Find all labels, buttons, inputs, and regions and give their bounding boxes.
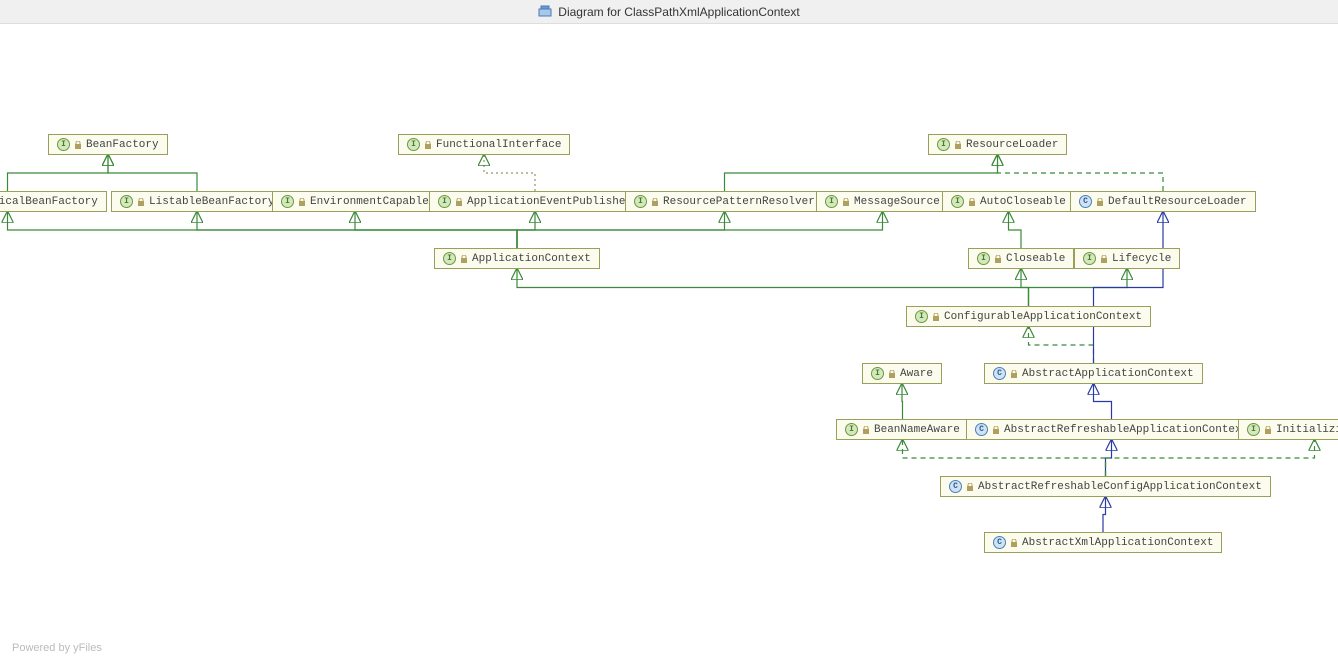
title-text: Diagram for ClassPathXmlApplicationConte… bbox=[558, 5, 799, 19]
lock-icon bbox=[888, 370, 896, 378]
lock-icon bbox=[651, 198, 659, 206]
node-label: BeanFactory bbox=[86, 139, 159, 151]
node-label: ApplicationContext bbox=[472, 253, 591, 265]
node-AbstractRefreshableApplicationContext[interactable]: C AbstractRefreshableApplicationContext bbox=[966, 419, 1257, 440]
node-label: BeanNameAware bbox=[874, 424, 960, 436]
node-AbstractApplicationContext[interactable]: C AbstractApplicationContext bbox=[984, 363, 1203, 384]
lock-icon bbox=[842, 198, 850, 206]
lock-icon bbox=[1100, 255, 1108, 263]
node-ResourceLoader[interactable]: I ResourceLoader bbox=[928, 134, 1067, 155]
interface-icon: I bbox=[845, 423, 858, 436]
node-label: FunctionalInterface bbox=[436, 139, 561, 151]
lock-icon bbox=[1264, 426, 1272, 434]
lock-icon bbox=[966, 483, 974, 491]
node-FunctionalInterface[interactable]: I FunctionalInterface bbox=[398, 134, 570, 155]
node-ApplicationEventPublisher[interactable]: I ApplicationEventPublisher bbox=[429, 191, 641, 212]
node-label: DefaultResourceLoader bbox=[1108, 196, 1247, 208]
diagram-icon bbox=[538, 5, 552, 19]
interface-icon: I bbox=[951, 195, 964, 208]
node-label: AbstractRefreshableApplicationContext bbox=[1004, 424, 1248, 436]
node-label: ApplicationEventPublisher bbox=[467, 196, 632, 208]
node-label: AutoCloseable bbox=[980, 196, 1066, 208]
interface-icon: I bbox=[871, 367, 884, 380]
node-label: MessageSource bbox=[854, 196, 940, 208]
node-Closeable[interactable]: I Closeable bbox=[968, 248, 1074, 269]
interface-icon: I bbox=[407, 138, 420, 151]
node-AbstractRefreshableConfigApplicationContext[interactable]: C AbstractRefreshableConfigApplicationCon… bbox=[940, 476, 1271, 497]
lock-icon bbox=[424, 141, 432, 149]
lock-icon bbox=[862, 426, 870, 434]
class-icon: C bbox=[975, 423, 988, 436]
node-ConfigurableApplicationContext[interactable]: I ConfigurableApplicationContext bbox=[906, 306, 1151, 327]
interface-icon: I bbox=[281, 195, 294, 208]
interface-icon: I bbox=[443, 252, 456, 265]
lock-icon bbox=[298, 198, 306, 206]
node-label: AbstractXmlApplicationContext bbox=[1022, 537, 1213, 549]
node-label: AbstractRefreshableConfigApplicationCont… bbox=[978, 481, 1262, 493]
class-icon: C bbox=[1079, 195, 1092, 208]
interface-icon: I bbox=[1083, 252, 1096, 265]
interface-icon: I bbox=[937, 138, 950, 151]
node-AbstractXmlApplicationContext[interactable]: C AbstractXmlApplicationContext bbox=[984, 532, 1222, 553]
lock-icon bbox=[1010, 370, 1018, 378]
node-Lifecycle[interactable]: I Lifecycle bbox=[1074, 248, 1180, 269]
lock-icon bbox=[137, 198, 145, 206]
interface-icon: I bbox=[825, 195, 838, 208]
lock-icon bbox=[1010, 539, 1018, 547]
lock-icon bbox=[74, 141, 82, 149]
interface-icon: I bbox=[915, 310, 928, 323]
node-DefaultResourceLoader[interactable]: C DefaultResourceLoader bbox=[1070, 191, 1256, 212]
lock-icon bbox=[1096, 198, 1104, 206]
interface-icon: I bbox=[438, 195, 451, 208]
node-AutoCloseable[interactable]: I AutoCloseable bbox=[942, 191, 1075, 212]
node-label: AbstractApplicationContext bbox=[1022, 368, 1194, 380]
node-label: HierarchicalBeanFactory bbox=[0, 196, 98, 208]
node-ListableBeanFactory[interactable]: I ListableBeanFactory bbox=[111, 191, 283, 212]
class-icon: C bbox=[993, 367, 1006, 380]
node-label: Closeable bbox=[1006, 253, 1065, 265]
node-InitializingBean[interactable]: I InitializingBean bbox=[1238, 419, 1338, 440]
interface-icon: I bbox=[634, 195, 647, 208]
lock-icon bbox=[968, 198, 976, 206]
node-EnvironmentCapable[interactable]: I EnvironmentCapable bbox=[272, 191, 438, 212]
interface-icon: I bbox=[57, 138, 70, 151]
class-icon: C bbox=[993, 536, 1006, 549]
lock-icon bbox=[932, 313, 940, 321]
lock-icon bbox=[455, 198, 463, 206]
diagram-canvas[interactable]: I BeanFactory I FunctionalInterface I Resourc… bbox=[0, 24, 1338, 662]
node-label: EnvironmentCapable bbox=[310, 196, 429, 208]
node-ResourcePatternResolver[interactable]: I ResourcePatternResolver bbox=[625, 191, 824, 212]
footer-text: Powered by yFiles bbox=[12, 642, 102, 654]
lock-icon bbox=[954, 141, 962, 149]
interface-icon: I bbox=[120, 195, 133, 208]
node-label: Aware bbox=[900, 368, 933, 380]
class-icon: C bbox=[949, 480, 962, 493]
node-label: InitializingBean bbox=[1276, 424, 1338, 436]
lock-icon bbox=[460, 255, 468, 263]
node-label: ResourcePatternResolver bbox=[663, 196, 815, 208]
node-label: ResourceLoader bbox=[966, 139, 1058, 151]
lock-icon bbox=[992, 426, 1000, 434]
node-label: ConfigurableApplicationContext bbox=[944, 311, 1142, 323]
node-ApplicationContext[interactable]: I ApplicationContext bbox=[434, 248, 600, 269]
edges-layer bbox=[0, 24, 1338, 662]
titlebar: Diagram for ClassPathXmlApplicationConte… bbox=[0, 0, 1338, 24]
node-Aware[interactable]: I Aware bbox=[862, 363, 942, 384]
node-label: Lifecycle bbox=[1112, 253, 1171, 265]
node-label: ListableBeanFactory bbox=[149, 196, 274, 208]
lock-icon bbox=[994, 255, 1002, 263]
node-HierarchicalBeanFactory[interactable]: IHierarchicalBeanFactory bbox=[0, 191, 107, 212]
interface-icon: I bbox=[1247, 423, 1260, 436]
node-MessageSource[interactable]: I MessageSource bbox=[816, 191, 949, 212]
node-BeanNameAware[interactable]: I BeanNameAware bbox=[836, 419, 969, 440]
node-BeanFactory[interactable]: I BeanFactory bbox=[48, 134, 168, 155]
interface-icon: I bbox=[977, 252, 990, 265]
